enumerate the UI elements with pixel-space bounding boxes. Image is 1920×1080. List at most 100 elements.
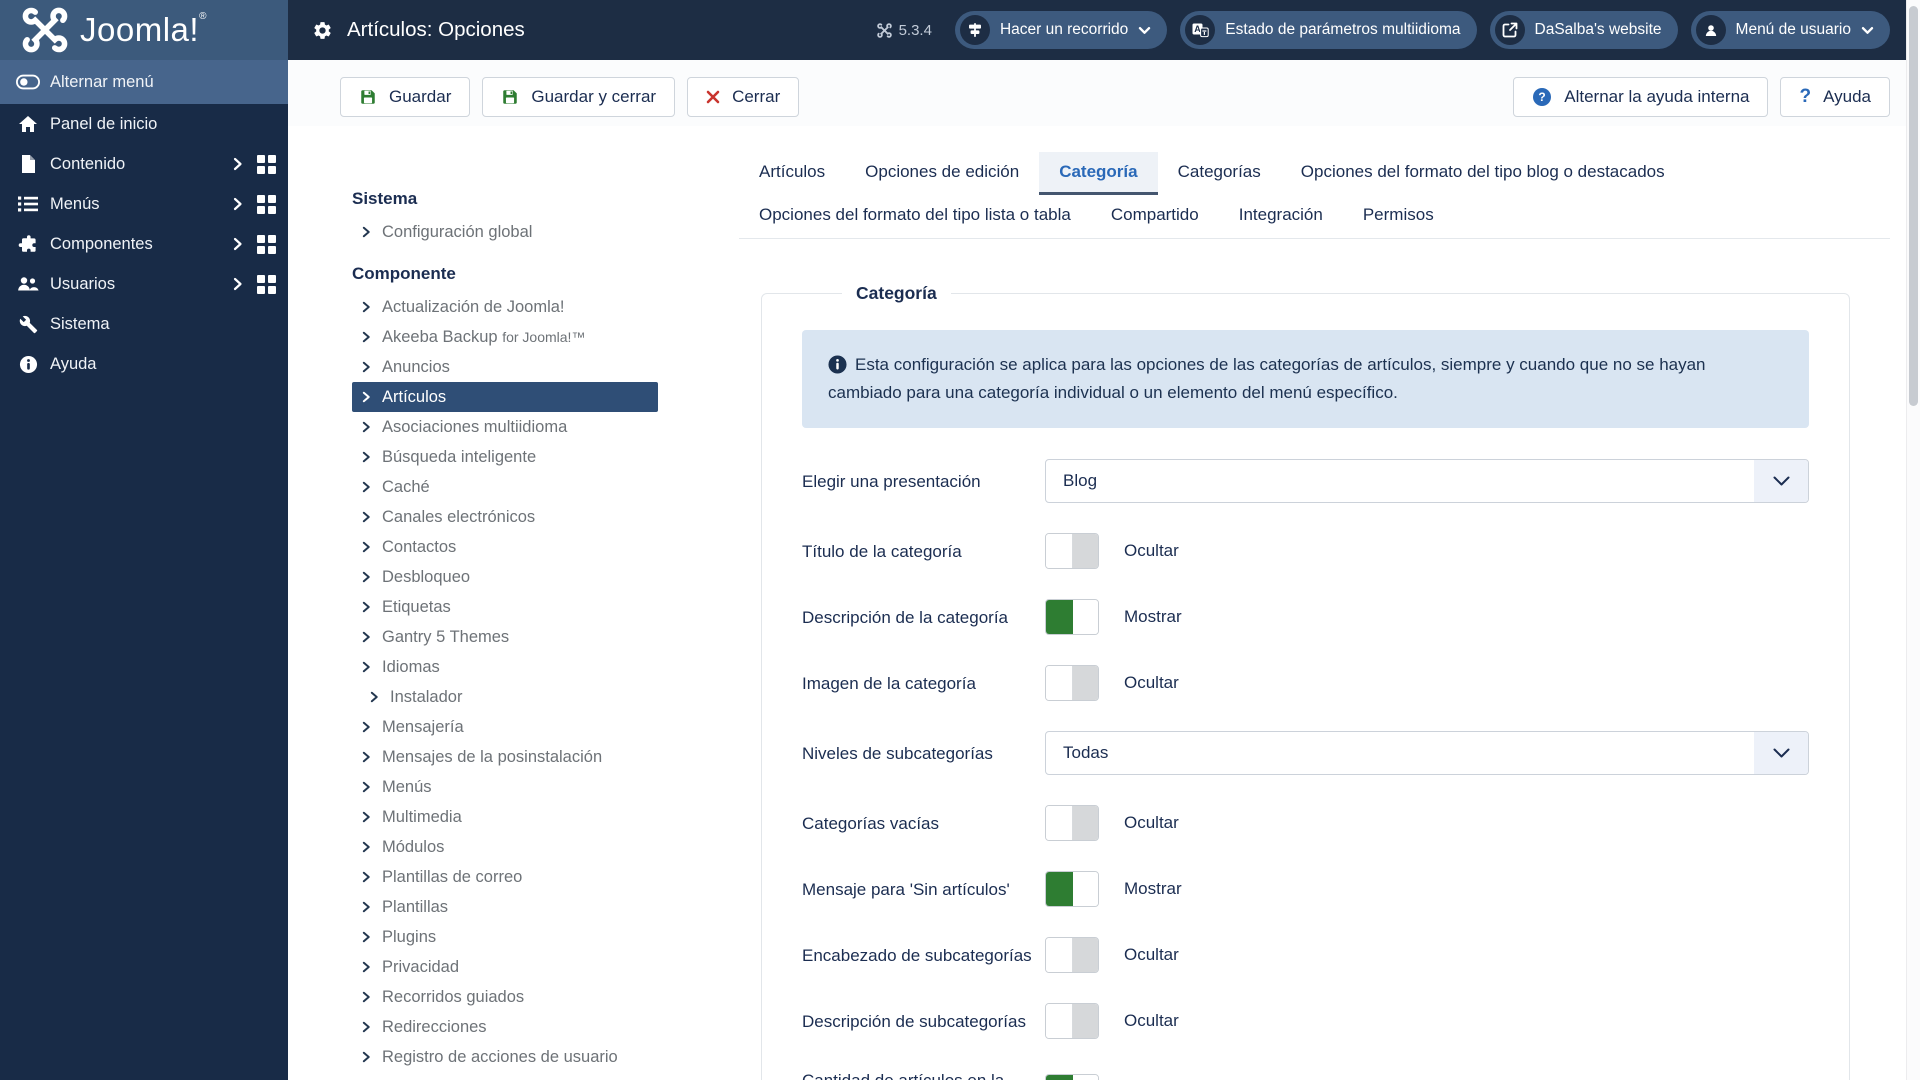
- sidebar-item[interactable]: Componentes: [0, 224, 288, 264]
- tab[interactable]: Integración: [1219, 195, 1343, 238]
- options-nav-item[interactable]: Plantillas de correo: [352, 862, 658, 892]
- options-nav-item[interactable]: Gantry 5 Themes: [352, 622, 658, 652]
- select-input[interactable]: Todas: [1045, 731, 1809, 776]
- chevron-right-icon: [362, 301, 371, 313]
- options-nav-item[interactable]: Akeeba Backup for Joomla!™: [352, 322, 658, 352]
- dashboard-grid-icon[interactable]: [257, 154, 276, 174]
- options-nav-item[interactable]: Búsqueda inteligente: [352, 442, 658, 472]
- close-button[interactable]: Cerrar: [687, 77, 800, 117]
- options-nav-item-label: Configuración global: [382, 223, 533, 241]
- sidebar-item[interactable]: Menús: [0, 184, 288, 224]
- options-nav-item-label: Registro de acciones de usuario: [382, 1048, 618, 1066]
- dashboard-grid-icon[interactable]: [257, 194, 276, 214]
- page-title: Artículos: Opciones: [347, 18, 525, 41]
- toggle-switch[interactable]: [1045, 665, 1099, 702]
- toggle-inline-help-button[interactable]: ? Alternar la ayuda interna: [1513, 77, 1769, 117]
- chevron-right-icon: [362, 1051, 371, 1063]
- options-nav-item[interactable]: Plugins: [352, 922, 658, 952]
- dashboard-grid-icon[interactable]: [257, 274, 276, 294]
- tab[interactable]: Categorías: [1158, 152, 1281, 195]
- dashboard-grid-icon[interactable]: [257, 234, 276, 254]
- options-nav-item[interactable]: Caché: [352, 472, 658, 502]
- options-nav-item[interactable]: Privacidad: [352, 952, 658, 982]
- options-nav-item[interactable]: Instalador: [352, 682, 658, 712]
- toggle-switch[interactable]: [1045, 599, 1099, 636]
- options-nav-item-label: Menús: [382, 778, 432, 796]
- options-nav-item[interactable]: Asociaciones multiidioma: [352, 412, 658, 442]
- tab[interactable]: Artículos: [739, 152, 845, 195]
- options-nav-item[interactable]: Configuración global: [352, 217, 658, 247]
- row-label: Imagen de la categoría: [802, 673, 976, 693]
- sidebar-item[interactable]: Ayuda: [0, 344, 288, 384]
- toggle-switch[interactable]: [1045, 1074, 1099, 1080]
- multilingual-status-button[interactable]: A Estado de parámetros multiidioma: [1180, 11, 1477, 49]
- options-nav-item[interactable]: Plantillas: [352, 892, 658, 922]
- joomla-logo-icon: [22, 7, 68, 53]
- options-nav-item[interactable]: Desbloqueo: [352, 562, 658, 592]
- options-nav-item-label: Etiquetas: [382, 598, 451, 616]
- options-nav-item[interactable]: Registro de acciones de usuario: [352, 1042, 658, 1072]
- form-row: Cantidad de artículos en la categoría Mo…: [802, 1069, 1809, 1080]
- options-nav-item[interactable]: Idiomas: [352, 652, 658, 682]
- tab[interactable]: Compartido: [1091, 195, 1219, 238]
- tab[interactable]: Categoría: [1039, 152, 1158, 195]
- options-nav-item[interactable]: Etiquetas: [352, 592, 658, 622]
- options-nav-item[interactable]: Recorridos guiados: [352, 982, 658, 1012]
- sidebar-item[interactable]: Contenido: [0, 144, 288, 184]
- save-and-close-button[interactable]: Guardar y cerrar: [482, 77, 676, 117]
- scrollbar-track[interactable]: [1906, 0, 1920, 1080]
- row-label: Descripción de la categoría: [802, 607, 1009, 627]
- scrollbar-thumb[interactable]: [1909, 6, 1918, 406]
- help-button[interactable]: ? Ayuda: [1780, 77, 1890, 117]
- toggle-switch[interactable]: [1045, 937, 1099, 974]
- options-nav-item[interactable]: Contactos: [352, 532, 658, 562]
- sidebar-item[interactable]: Usuarios: [0, 264, 288, 304]
- form-row: Categorías vacías Ocultar: [802, 805, 1809, 842]
- options-nav-item[interactable]: Mensajes de la posinstalación: [352, 742, 658, 772]
- external-link-icon: [1494, 15, 1525, 45]
- tab[interactable]: Permisos: [1343, 195, 1454, 238]
- options-nav-item[interactable]: Mensajería: [352, 712, 658, 742]
- options-nav: Sistema Configuración global Componente: [352, 126, 658, 1080]
- toggle-switch[interactable]: [1045, 871, 1099, 908]
- options-nav-item[interactable]: Multimedia: [352, 802, 658, 832]
- tab[interactable]: Opciones del formato del tipo blog o des…: [1281, 152, 1685, 195]
- options-nav-item[interactable]: Módulos: [352, 832, 658, 862]
- options-nav-item[interactable]: Artículos: [352, 382, 658, 412]
- app-window: Joomla!® Artículos: Opciones 5.3.4 Hacer…: [0, 0, 1920, 1080]
- chevron-right-icon: [370, 691, 379, 703]
- row-label: Categorías vacías: [802, 813, 940, 833]
- options-nav-item[interactable]: Actualización de Joomla!: [352, 292, 658, 322]
- options-nav-item[interactable]: Tareas programadas: [352, 1072, 658, 1080]
- tab[interactable]: Opciones del formato del tipo lista o ta…: [739, 195, 1091, 238]
- options-nav-item[interactable]: Menús: [352, 772, 658, 802]
- options-nav-item-label: Recorridos guiados: [382, 988, 525, 1006]
- options-nav-item[interactable]: Anuncios: [352, 352, 658, 382]
- user-menu-button[interactable]: Menú de usuario: [1690, 11, 1890, 49]
- sidebar-item[interactable]: Panel de inicio: [0, 104, 288, 144]
- tab[interactable]: Opciones de edición: [845, 152, 1039, 195]
- toggle-menu-icon: [16, 74, 40, 90]
- toggle-state-label: Ocultar: [1124, 945, 1179, 965]
- options-nav-item-label: Plantillas de correo: [382, 868, 523, 886]
- sidebar-item[interactable]: Alternar menú: [0, 60, 288, 104]
- toggle-switch[interactable]: [1045, 805, 1099, 842]
- options-nav-item-label: Plugins: [382, 928, 437, 946]
- chevron-down-icon: [1861, 26, 1874, 34]
- take-tour-button[interactable]: Hacer un recorrido: [954, 11, 1168, 49]
- chevron-right-icon: [362, 991, 371, 1003]
- options-nav-item-label: Canales electrónicos: [382, 508, 536, 526]
- options-nav-item[interactable]: Redirecciones: [352, 1012, 658, 1042]
- save-button[interactable]: Guardar: [340, 77, 471, 117]
- select-input[interactable]: Blog: [1045, 459, 1809, 504]
- options-form: Elegir una presentación Blog Título de l…: [802, 459, 1809, 1080]
- toggle-switch[interactable]: [1045, 1003, 1099, 1040]
- question-icon: ?: [1799, 86, 1812, 107]
- sidebar-item[interactable]: Sistema: [0, 304, 288, 344]
- joomla-logo-area[interactable]: Joomla!®: [0, 0, 288, 60]
- options-nav-item[interactable]: Canales electrónicos: [352, 502, 658, 532]
- website-link-button[interactable]: DaSalba's website: [1489, 11, 1678, 49]
- help-circle-icon: ?: [1533, 88, 1552, 106]
- chevron-right-icon: [233, 197, 243, 211]
- toggle-switch[interactable]: [1045, 533, 1099, 570]
